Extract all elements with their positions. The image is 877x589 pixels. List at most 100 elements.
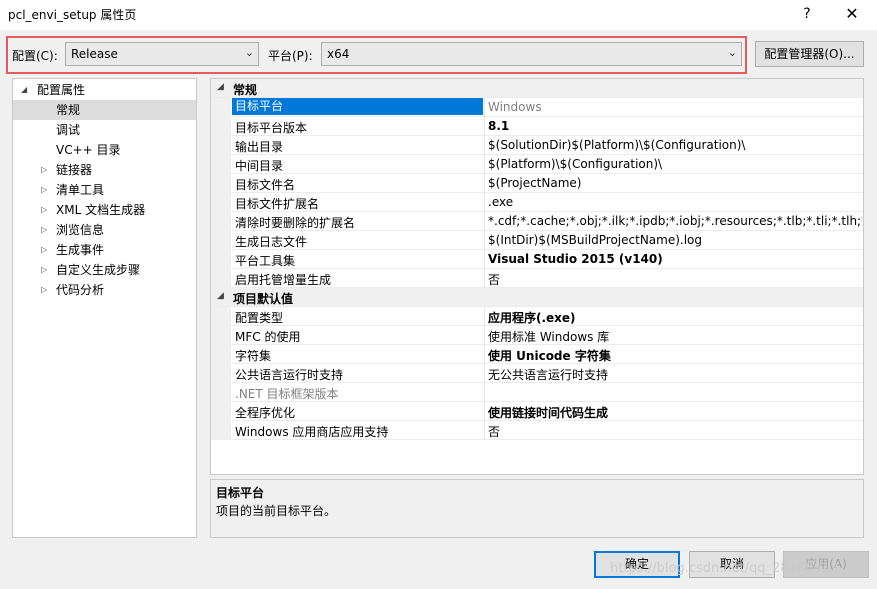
cancel-button[interactable]: 取消 xyxy=(689,551,775,578)
column-divider xyxy=(484,326,485,345)
property-row[interactable]: 字符集 使用 Unicode 字符集 xyxy=(211,345,863,364)
property-row[interactable]: 清除时要删除的扩展名 *.cdf;*.cache;*.obj;*.ilk;*.ip… xyxy=(211,212,863,231)
property-row[interactable]: 目标平台 Windows xyxy=(211,98,863,117)
row-gutter xyxy=(211,117,231,136)
property-value[interactable]: $(SolutionDir)$(Platform)\$(Configuratio… xyxy=(488,138,862,152)
property-name: 生成日志文件 xyxy=(235,235,308,249)
platform-label: 平台(P): xyxy=(268,49,313,63)
collapsed-triangle-icon[interactable]: ▷ xyxy=(41,240,47,260)
property-value[interactable]: 使用链接时间代码生成 xyxy=(488,404,862,421)
collapsed-triangle-icon[interactable]: ▷ xyxy=(41,180,47,200)
property-row[interactable]: 输出目录 $(SolutionDir)$(Platform)\$(Configur… xyxy=(211,136,863,155)
config-select[interactable]: Release ⌄ xyxy=(65,42,259,66)
tree-item[interactable]: ▷ XML 文档生成器 xyxy=(13,200,196,220)
expanded-triangle-icon[interactable]: ◢ xyxy=(217,291,224,301)
expanded-triangle-icon[interactable]: ◢ xyxy=(21,80,27,100)
property-value[interactable]: $(Platform)\$(Configuration)\ xyxy=(488,157,862,171)
property-row[interactable]: 中间目录 $(Platform)\$(Configuration)\ xyxy=(211,155,863,174)
property-row[interactable]: 平台工具集 Visual Studio 2015 (v140) xyxy=(211,250,863,269)
section-header[interactable]: ◢ 常规 xyxy=(211,79,863,98)
property-value[interactable]: 否 xyxy=(488,271,862,288)
column-divider xyxy=(484,117,485,136)
property-row[interactable]: 启用托管增量生成 否 xyxy=(211,269,863,288)
tree-item[interactable]: ▷ 代码分析 xyxy=(13,280,196,300)
section-title: 项目默认值 xyxy=(233,292,294,306)
property-row[interactable]: 目标平台版本 8.1 xyxy=(211,117,863,136)
property-name: 输出目录 xyxy=(235,140,284,154)
column-divider xyxy=(484,402,485,421)
property-row[interactable]: Windows 应用商店应用支持 否 xyxy=(211,421,863,440)
row-gutter xyxy=(211,269,231,288)
apply-button[interactable]: 应用(A) xyxy=(783,551,869,578)
tree-item[interactable]: ▷ 链接器 xyxy=(13,160,196,180)
description-text: 项目的当前目标平台。 xyxy=(216,504,337,518)
property-name: 目标平台版本 xyxy=(235,121,308,135)
tree-item[interactable]: ▷ 浏览信息 xyxy=(13,220,196,240)
row-gutter xyxy=(211,402,231,421)
column-divider xyxy=(484,364,485,383)
property-name: 目标平台 xyxy=(232,98,483,115)
row-gutter xyxy=(211,193,231,212)
property-value[interactable]: $(ProjectName) xyxy=(488,176,862,190)
expanded-triangle-icon[interactable]: ◢ xyxy=(217,82,224,92)
collapsed-triangle-icon[interactable]: ▷ xyxy=(41,160,47,180)
property-row[interactable]: 生成日志文件 $(IntDir)$(MSBuildProjectName).log xyxy=(211,231,863,250)
property-value[interactable]: 无公共语言运行时支持 xyxy=(488,366,862,383)
tree-item[interactable]: ▷ 自定义生成步骤 xyxy=(13,260,196,280)
property-name: 启用托管增量生成 xyxy=(235,273,332,287)
property-row[interactable]: 目标文件扩展名 .exe xyxy=(211,193,863,212)
property-row[interactable]: 目标文件名 $(ProjectName) xyxy=(211,174,863,193)
chevron-down-icon: ⌄ xyxy=(727,46,737,59)
tree-item[interactable]: VC++ 目录 xyxy=(13,140,196,160)
property-value[interactable]: 否 xyxy=(488,423,862,440)
property-tree: ◢ 配置属性 常规 调试 VC++ 目录 ▷ 链接器 ▷ 清单工具 ▷ XML 文档生成器 ▷ 浏览… xyxy=(12,78,197,538)
property-value[interactable]: $(IntDir)$(MSBuildProjectName).log xyxy=(488,233,862,247)
property-row[interactable]: 配置类型 应用程序(.exe) xyxy=(211,307,863,326)
column-divider xyxy=(484,269,485,288)
title-bar: pcl_envi_setup 属性页 ? ✕ xyxy=(0,0,877,30)
platform-select-value: x64 xyxy=(327,47,350,61)
property-value[interactable]: Windows xyxy=(488,100,862,114)
property-value[interactable]: Visual Studio 2015 (v140) xyxy=(488,252,862,266)
property-row[interactable]: 公共语言运行时支持 无公共语言运行时支持 xyxy=(211,364,863,383)
property-row[interactable]: MFC 的使用 使用标准 Windows 库 xyxy=(211,326,863,345)
tree-root-label: 配置属性 xyxy=(37,83,86,97)
tree-item[interactable]: ▷ 清单工具 xyxy=(13,180,196,200)
section-header[interactable]: ◢ 项目默认值 xyxy=(211,288,863,307)
property-row[interactable]: .NET 目标框架版本 xyxy=(211,383,863,402)
tree-item[interactable]: 调试 xyxy=(13,120,196,140)
property-value[interactable]: .exe xyxy=(488,195,862,209)
collapsed-triangle-icon[interactable]: ▷ xyxy=(41,280,47,300)
row-gutter xyxy=(211,364,231,383)
tree-item[interactable]: 常规 xyxy=(13,100,196,120)
collapsed-triangle-icon[interactable]: ▷ xyxy=(41,200,47,220)
collapsed-triangle-icon[interactable]: ▷ xyxy=(41,260,47,280)
row-gutter xyxy=(211,155,231,174)
help-icon[interactable]: ? xyxy=(793,3,821,25)
collapsed-triangle-icon[interactable]: ▷ xyxy=(41,220,47,240)
property-value[interactable]: 应用程序(.exe) xyxy=(488,309,862,326)
property-value[interactable]: 使用 Unicode 字符集 xyxy=(488,347,862,364)
config-label: 配置(C): xyxy=(12,49,58,63)
window-title: pcl_envi_setup 属性页 xyxy=(8,8,137,22)
close-icon[interactable]: ✕ xyxy=(838,3,866,25)
property-row[interactable]: 全程序优化 使用链接时间代码生成 xyxy=(211,402,863,421)
property-value[interactable]: *.cdf;*.cache;*.obj;*.ilk;*.ipdb;*.iobj;… xyxy=(488,214,862,228)
platform-select[interactable]: x64 ⌄ xyxy=(321,42,742,66)
row-gutter xyxy=(211,307,231,326)
property-value[interactable]: 使用标准 Windows 库 xyxy=(488,328,862,345)
tree-item-label: 自定义生成步骤 xyxy=(56,263,141,277)
property-name: 目标文件扩展名 xyxy=(235,197,320,211)
tree-item-label: 生成事件 xyxy=(56,243,105,257)
ok-button[interactable]: 确定 xyxy=(594,551,680,578)
tree-item[interactable]: ▷ 生成事件 xyxy=(13,240,196,260)
property-name: 字符集 xyxy=(235,349,272,363)
row-gutter xyxy=(211,174,231,193)
tree-root-config-properties[interactable]: ◢ 配置属性 xyxy=(13,80,196,100)
property-value[interactable]: 8.1 xyxy=(488,119,862,133)
tree-item-label: 清单工具 xyxy=(56,183,105,197)
tree-item-label: 链接器 xyxy=(56,163,93,177)
configuration-manager-button[interactable]: 配置管理器(O)... xyxy=(755,41,864,67)
property-name: 清除时要删除的扩展名 xyxy=(235,216,356,230)
property-grid: ◢ 常规 目标平台 Windows 目标平台版本 8.1 输出目录 $(SolutionDir… xyxy=(210,78,864,475)
